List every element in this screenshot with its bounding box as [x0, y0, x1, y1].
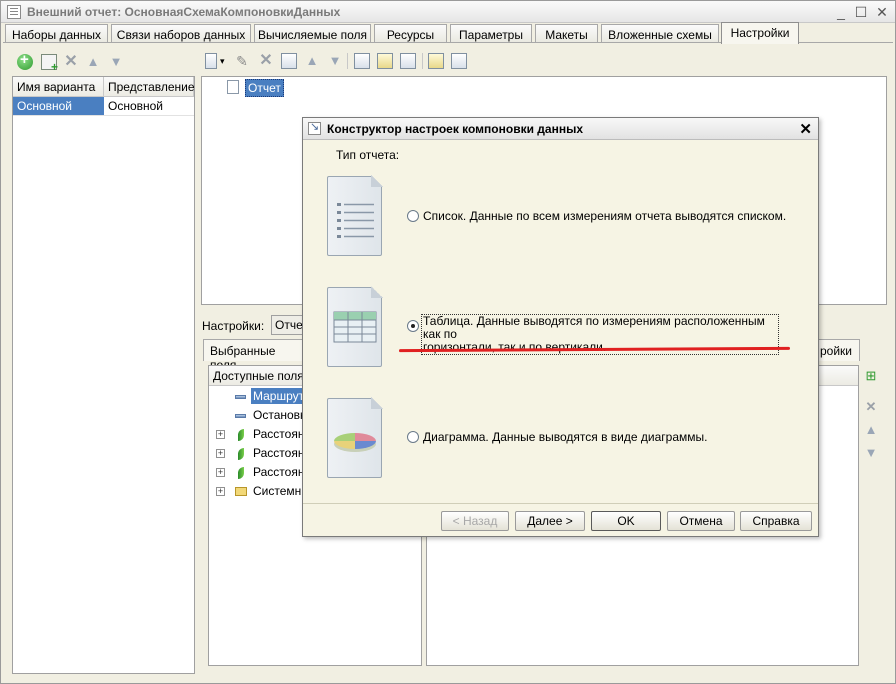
wizard-icon[interactable] [281, 53, 297, 69]
move-level-icon[interactable] [354, 53, 370, 69]
cancel-button[interactable]: Отмена [667, 511, 735, 531]
back-button[interactable]: < Назад [441, 511, 509, 531]
expand-icon[interactable]: + [216, 487, 225, 496]
list-option-label[interactable]: Список. Данные по всем измерениям отчета… [423, 209, 786, 223]
selected-fields-header [819, 366, 858, 386]
chart-doc-icon [327, 397, 383, 478]
delete-variant-icon[interactable]: ✕ [63, 54, 79, 70]
tab-resources[interactable]: Ресурсы [374, 24, 447, 43]
ok-button[interactable]: OK [591, 511, 661, 531]
resource-leaf-icon [238, 429, 244, 441]
resource-leaf-icon [238, 467, 244, 479]
move-down-icon[interactable]: ▼ [108, 54, 124, 70]
folder-icon [235, 487, 247, 496]
group-icon[interactable] [377, 53, 393, 69]
help-button[interactable]: Справка [740, 511, 812, 531]
dialog-title-bar: Конструктор настроек компоновки данных ✕ [303, 118, 818, 140]
move-up-icon[interactable]: ▲ [85, 54, 101, 70]
chart-radio[interactable] [407, 431, 419, 443]
settings-wizard-dialog: Конструктор настроек компоновки данных ✕… [302, 117, 819, 537]
field-dash-icon [235, 414, 246, 418]
remove-field-icon[interactable]: ✕ [863, 399, 879, 415]
wizard-icon [308, 120, 321, 135]
field-down-icon[interactable]: ▼ [863, 445, 879, 461]
properties-icon[interactable] [451, 53, 467, 69]
delete-icon[interactable]: ✕ [258, 53, 274, 69]
list-doc-icon [327, 175, 383, 256]
field-dash-icon [235, 395, 246, 399]
chart-option-label[interactable]: Диаграмма. Данные выводятся в виде диагр… [423, 430, 707, 444]
variant-name-cell[interactable]: Основной [13, 97, 104, 116]
field-label: Расстоян [253, 427, 305, 441]
toolbar-separator [347, 53, 348, 69]
report-icon [7, 5, 21, 19]
ungroup-icon[interactable] [400, 53, 416, 69]
variants-table: Имя варианта Представление Основной Осно… [12, 76, 195, 674]
dialog-title: Конструктор настроек компоновки данных [327, 122, 584, 136]
field-label: Остановк [253, 408, 306, 422]
expand-icon[interactable]: + [216, 430, 225, 439]
edit-icon[interactable]: ✎ [234, 53, 250, 69]
column-header-variant-name[interactable]: Имя варианта [13, 77, 104, 97]
tab-selected-fields[interactable]: Выбранные поля [203, 339, 303, 372]
structure-down-icon[interactable]: ▼ [327, 53, 343, 69]
add-field-icon[interactable]: ⊞ [863, 368, 879, 384]
expand-icon[interactable]: + [216, 449, 225, 458]
tab-settings[interactable]: Настройки [721, 22, 799, 44]
tab-dataset-links[interactable]: Связи наборов данных [111, 24, 251, 43]
close-button[interactable]: ✕ [874, 4, 890, 20]
close-icon[interactable]: ✕ [799, 120, 812, 138]
resource-leaf-icon [238, 448, 244, 460]
tab-datasets[interactable]: Наборы данных [5, 24, 108, 43]
report-node[interactable]: Отчет [245, 79, 284, 97]
copy-variant-icon[interactable] [41, 54, 58, 74]
field-label: Маршрут [251, 388, 307, 404]
tab-parameters[interactable]: Параметры [450, 24, 532, 43]
field-label: Расстоян [253, 465, 305, 479]
table-option-line1: Таблица. Данные выводятся по измерениям … [423, 314, 765, 341]
settings-icon[interactable] [428, 53, 444, 69]
next-button[interactable]: Далее > [515, 511, 585, 531]
structure-up-icon[interactable]: ▲ [304, 53, 320, 69]
minimize-button[interactable]: _ [833, 4, 849, 20]
tab-nested-schemas[interactable]: Вложенные схемы [601, 24, 719, 43]
field-up-icon[interactable]: ▲ [863, 422, 879, 438]
report-node-icon [227, 80, 239, 94]
report-type-label: Тип отчета: [336, 148, 400, 162]
tab-calculated-fields[interactable]: Вычисляемые поля [254, 24, 371, 43]
add-grouping-icon[interactable] [205, 53, 217, 69]
settings-label: Настройки: [202, 319, 265, 333]
expand-icon[interactable]: + [216, 468, 225, 477]
settings-combo[interactable]: Отчет [271, 315, 305, 335]
list-radio[interactable] [407, 210, 419, 222]
add-variant-icon[interactable] [17, 51, 33, 70]
column-header-presentation[interactable]: Представление [104, 77, 195, 97]
table-radio[interactable] [407, 320, 419, 332]
button-bar-divider [303, 503, 818, 504]
tab-layouts[interactable]: Макеты [535, 24, 598, 43]
table-doc-icon [327, 286, 383, 367]
window-title: Внешний отчет: ОсновнаяСхемаКомпоновкиДа… [27, 5, 341, 19]
title-bar: Внешний отчет: ОсновнаяСхемаКомпоновкиДа… [1, 1, 895, 23]
field-label: Расстоян [253, 446, 305, 460]
toolbar-separator [422, 53, 423, 69]
maximize-button[interactable]: ☐ [853, 4, 869, 20]
tab-other-settings[interactable]: ройки [817, 339, 860, 361]
variant-presentation-cell[interactable]: Основной [104, 97, 194, 116]
